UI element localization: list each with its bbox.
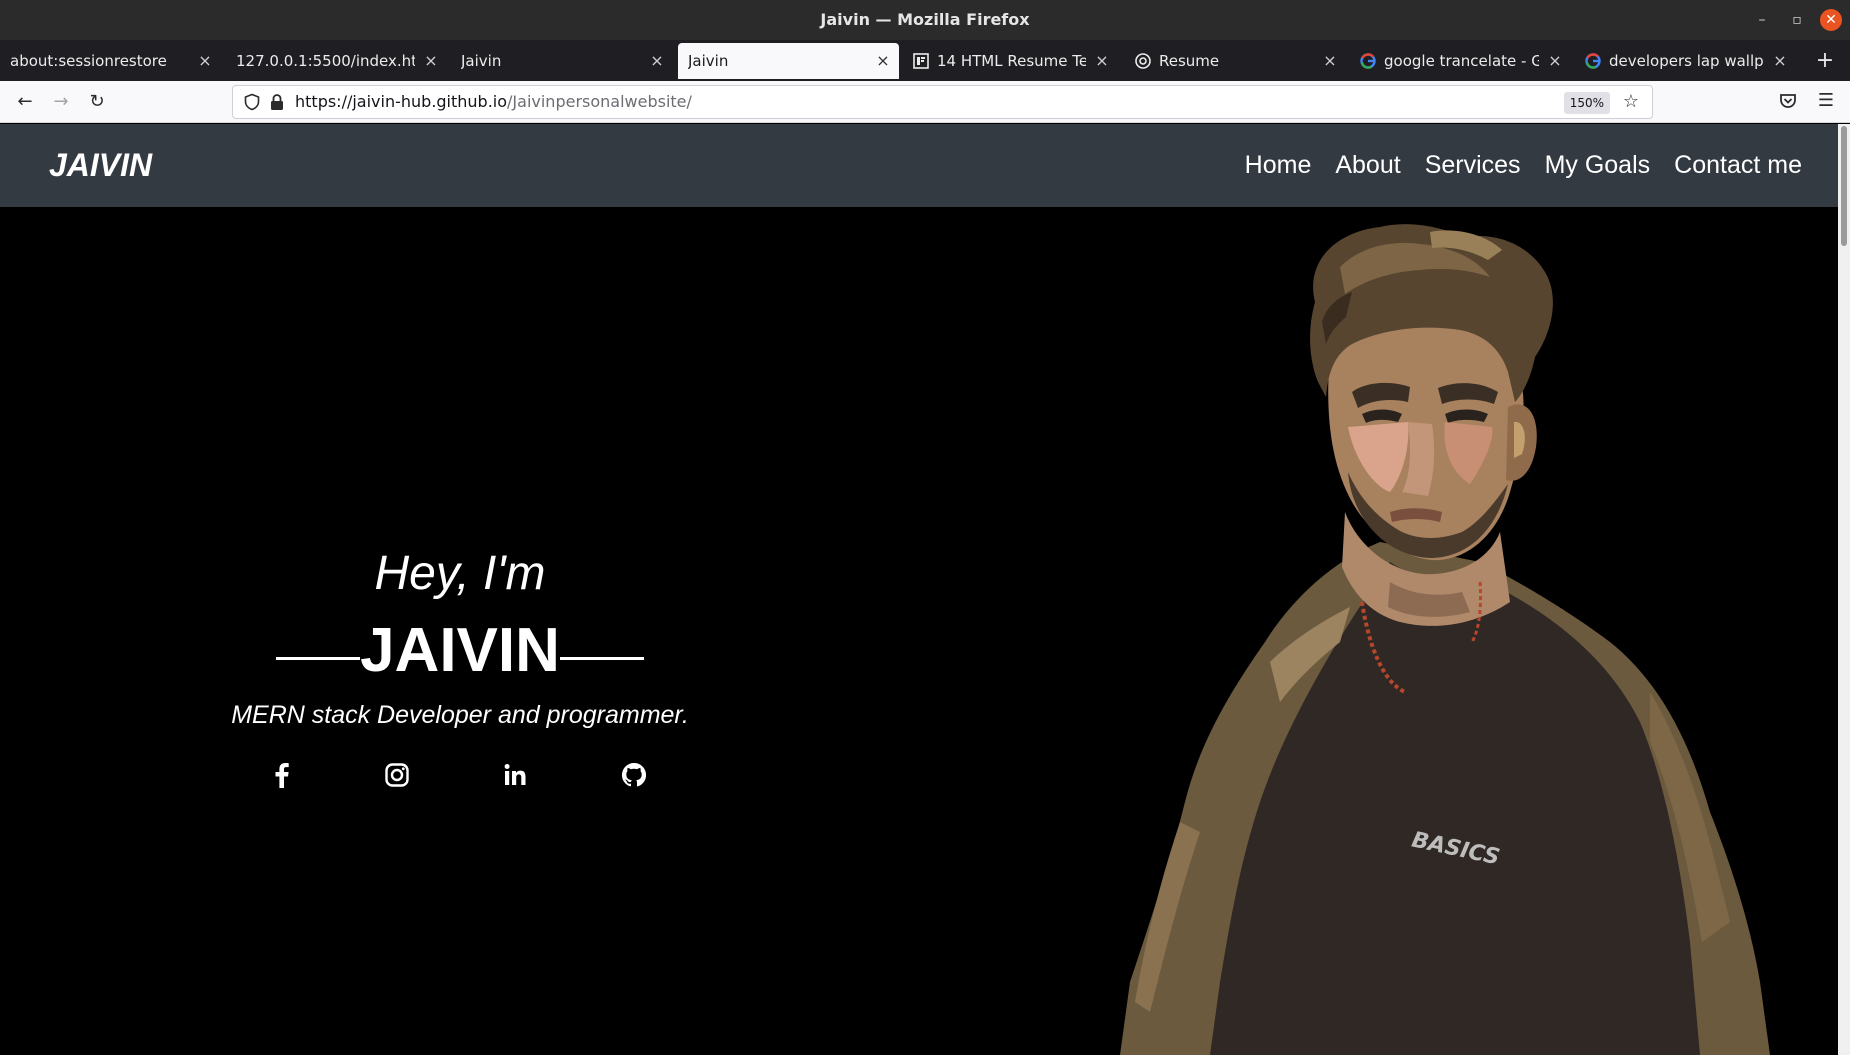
tab-wallpaper-search[interactable]: developers lap wallpaper × (1575, 43, 1796, 79)
tab-localhost[interactable]: 127.0.0.1:5500/index.html × (226, 43, 447, 79)
maximize-icon[interactable]: ▫ (1786, 9, 1808, 31)
close-tab-icon[interactable]: × (1547, 43, 1563, 79)
tab-resume[interactable]: Resume × (1125, 43, 1346, 79)
site-brand[interactable]: JAIVIN (49, 124, 152, 207)
tab-label: developers lap wallpaper (1609, 52, 1764, 70)
nav-contact[interactable]: Contact me (1674, 151, 1802, 180)
shield-icon[interactable] (243, 93, 261, 111)
pocket-icon[interactable] (1778, 91, 1798, 111)
close-tab-icon[interactable]: × (197, 43, 213, 79)
forward-arrow-icon[interactable]: → (46, 87, 76, 117)
nav-services[interactable]: Services (1425, 151, 1521, 180)
close-tab-icon[interactable]: × (1772, 43, 1788, 79)
resume-icon (1135, 53, 1151, 69)
tab-label: Jaivin (688, 52, 729, 70)
page-scrollbar[interactable] (1838, 124, 1850, 1055)
hero-name: JAIVIN (0, 615, 920, 687)
nav-about[interactable]: About (1335, 151, 1400, 180)
tab-jaivin-active[interactable]: Jaivin × (678, 43, 899, 79)
linkedin-icon[interactable] (500, 760, 530, 790)
hero-name-text: JAIVIN (360, 616, 560, 685)
divider-left (276, 657, 361, 661)
profile-portrait-image: BASICS (1120, 224, 1770, 1055)
facebook-icon[interactable] (267, 760, 297, 790)
scrollbar-thumb[interactable] (1841, 126, 1847, 246)
web-page: JAIVIN Home About Services My Goals Cont… (0, 124, 1838, 1055)
reload-icon[interactable]: ↻ (82, 87, 112, 117)
tab-google-translate[interactable]: google trancelate - Googl × (1350, 43, 1571, 79)
new-tab-button[interactable]: + (1812, 40, 1838, 81)
window-title: Jaivin — Mozilla Firefox (820, 10, 1030, 29)
doc-icon (913, 53, 929, 69)
divider-right (559, 657, 644, 661)
close-tab-icon[interactable]: × (875, 43, 891, 79)
close-tab-icon[interactable]: × (1094, 43, 1110, 79)
back-arrow-icon[interactable]: ← (10, 87, 40, 117)
lock-icon[interactable] (269, 93, 285, 111)
url-text[interactable]: https://jaivin-hub.github.io/Jaivinperso… (295, 86, 692, 118)
google-icon (1585, 53, 1601, 69)
tab-label: Resume (1159, 52, 1220, 70)
navigation-toolbar: ← → ↻ https://jaivin-hub.github.io/Jaivi… (0, 81, 1850, 123)
close-tab-icon[interactable]: × (649, 43, 665, 79)
hero-section: Hey, I'm JAIVIN MERN stack Developer and… (0, 207, 1838, 1055)
tab-strip: about:sessionrestore × 127.0.0.1:5500/in… (0, 40, 1850, 81)
tab-resume-templates[interactable]: 14 HTML Resume Templa × (903, 43, 1118, 79)
url-host: https://jaivin-hub.github.io (295, 92, 508, 111)
close-tab-icon[interactable]: × (423, 43, 439, 79)
close-tab-icon[interactable]: × (1322, 43, 1338, 79)
tab-label: 14 HTML Resume Templa (937, 52, 1086, 70)
instagram-icon[interactable] (382, 760, 412, 790)
tab-label: Jaivin (461, 52, 502, 70)
google-icon (1360, 53, 1376, 69)
site-nav: Home About Services My Goals Contact me (1245, 124, 1802, 207)
site-header: JAIVIN Home About Services My Goals Cont… (0, 124, 1838, 207)
close-window-button[interactable]: ✕ (1820, 9, 1842, 31)
minimize-icon[interactable]: – (1751, 9, 1773, 31)
bookmark-star-icon[interactable]: ☆ (1620, 90, 1642, 114)
tab-sessionrestore[interactable]: about:sessionrestore × (0, 43, 221, 79)
hamburger-menu-icon[interactable]: ☰ (1815, 89, 1837, 113)
nav-my-goals[interactable]: My Goals (1545, 151, 1651, 180)
url-path: /Jaivinpersonalwebsite/ (507, 92, 692, 111)
hero-greeting: Hey, I'm (374, 547, 546, 600)
tab-label: about:sessionrestore (10, 52, 167, 70)
hero-tagline: MERN stack Developer and programmer. (231, 701, 689, 729)
nav-home[interactable]: Home (1245, 151, 1312, 180)
zoom-level-badge[interactable]: 150% (1563, 92, 1610, 114)
tab-label: google trancelate - Googl (1384, 52, 1539, 70)
tab-label: 127.0.0.1:5500/index.html (236, 52, 415, 70)
tab-jaivin[interactable]: Jaivin × (451, 43, 673, 79)
github-icon[interactable] (619, 760, 649, 790)
address-bar[interactable]: https://jaivin-hub.github.io/Jaivinperso… (232, 85, 1653, 119)
window-titlebar: Jaivin — Mozilla Firefox – ▫ ✕ (0, 0, 1850, 40)
